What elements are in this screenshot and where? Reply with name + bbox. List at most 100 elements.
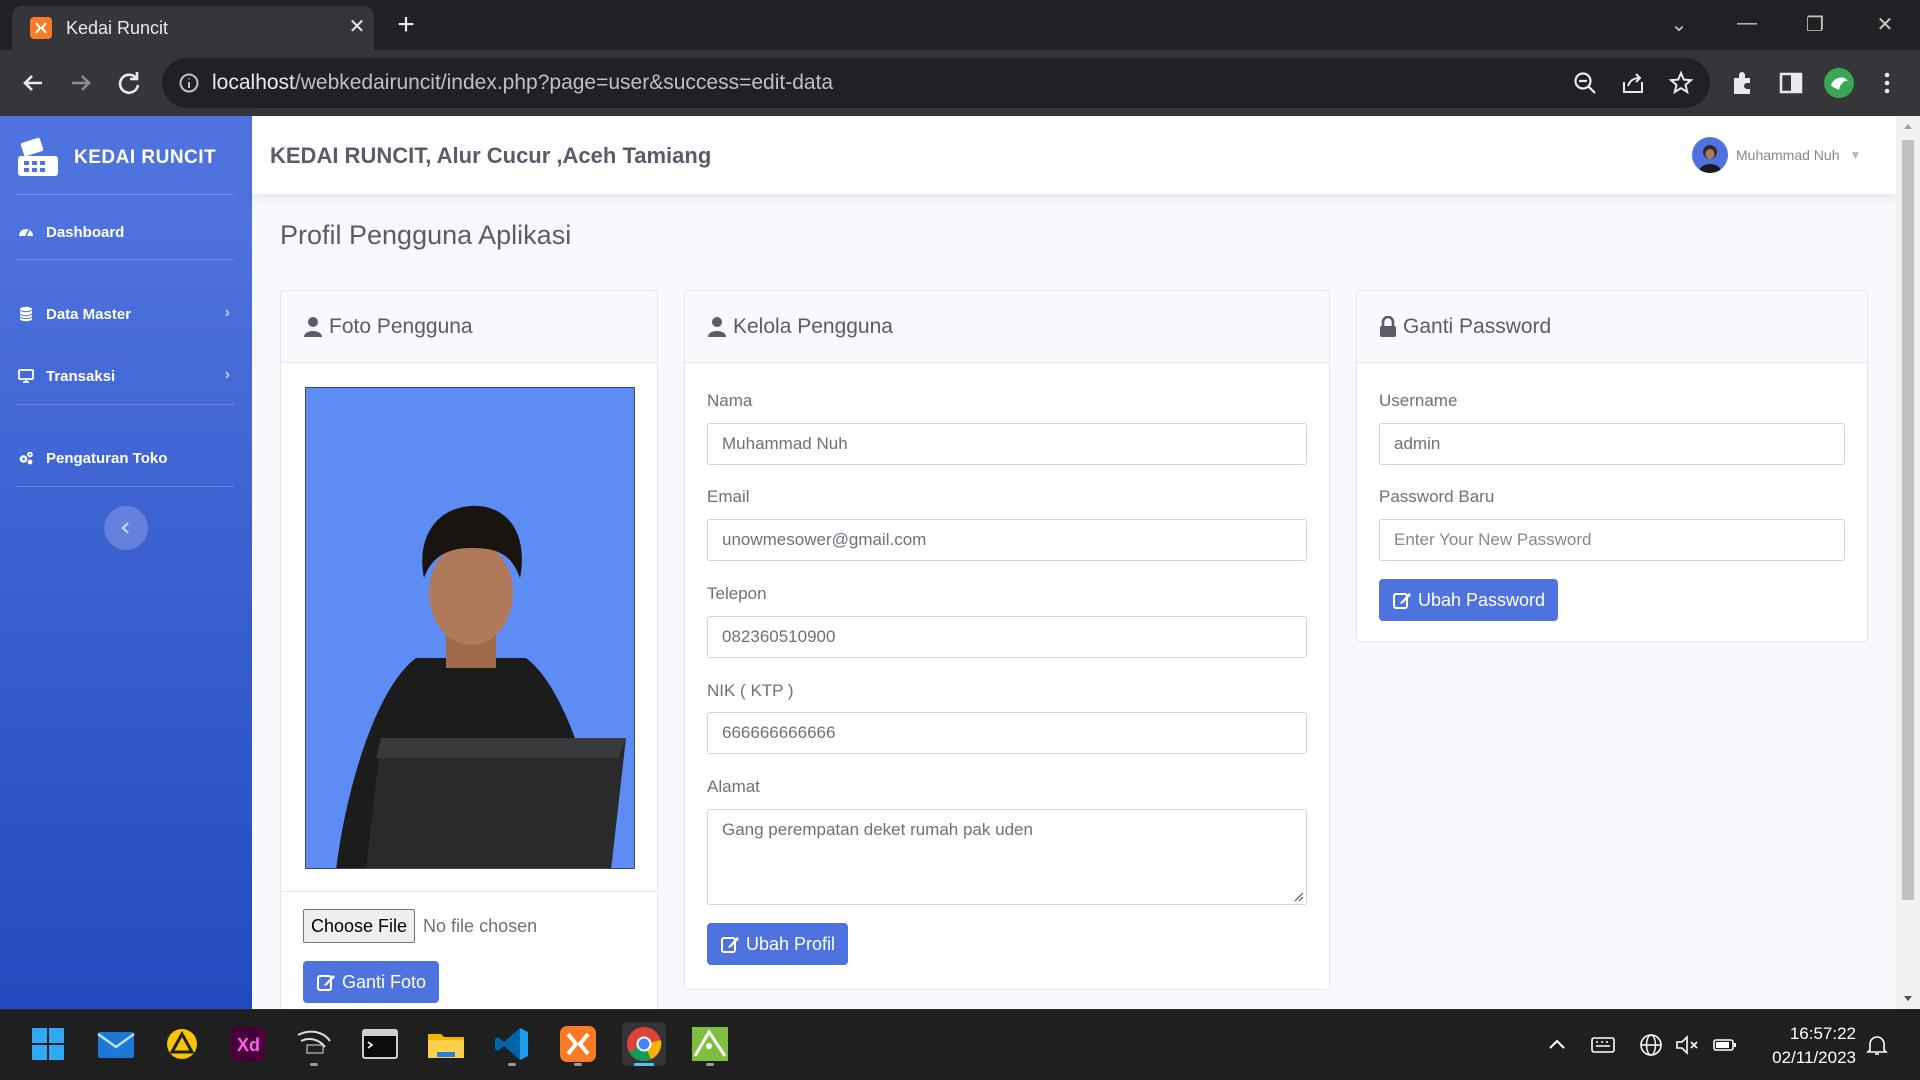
sidebar-item-label: Transaksi [46,367,116,385]
browser-tab[interactable]: Kedai Runcit ✕ [12,6,374,50]
telepon-field[interactable]: 082360510900 [707,616,1307,658]
terminal-icon[interactable] [358,1022,402,1066]
notification-bell-icon[interactable] [1864,1032,1890,1058]
tab-close-icon[interactable]: ✕ [344,14,370,40]
battery-icon[interactable] [1712,1032,1738,1058]
mail-app-icon[interactable] [94,1022,138,1066]
lock-icon [1380,316,1396,337]
card-divider [281,891,657,892]
side-panel-icon[interactable] [1774,66,1808,100]
inkscape-icon[interactable] [688,1022,732,1066]
page-scrollbar[interactable] [1896,116,1920,1009]
browser-menu-icon[interactable] [1870,66,1904,100]
profile-avatar-icon[interactable] [1822,66,1856,100]
sidebar-item-pengaturan-toko[interactable]: Pengaturan Toko [18,446,234,470]
change-password-button[interactable]: Ubah Password [1379,579,1559,621]
update-profile-button[interactable]: Ubah Profil [707,923,849,965]
sidebar-item-transaksi[interactable]: Transaksi › [18,364,234,388]
new-tab-icon[interactable]: + [390,10,422,40]
file-explorer-icon[interactable] [424,1022,468,1066]
url-host: localhost [212,71,295,94]
bookmark-star-icon[interactable] [1668,70,1694,96]
chevron-up-icon[interactable] [1544,1032,1570,1058]
user-name: Muhammad Nuh [1736,147,1840,163]
windows-start-icon[interactable] [26,1022,70,1066]
app-warning-icon[interactable] [160,1022,204,1066]
chevron-right-icon: › [224,304,230,321]
username-field[interactable]: admin [1379,423,1845,465]
email-label: Email [707,487,750,506]
edit-icon [721,937,739,953]
close-window-icon[interactable]: ✕ [1870,12,1900,37]
username-label: Username [1379,391,1458,410]
windows-taskbar: Xd 16:57:22 02/11/2023 [0,1009,1920,1080]
alamat-label: Alamat [707,777,760,796]
chevron-left-icon [121,522,129,534]
forward-icon[interactable] [64,66,98,100]
sidebar-item-dashboard[interactable]: Dashboard [18,220,234,244]
nik-field[interactable]: 666666666666 [707,712,1307,754]
keyboard-icon[interactable] [1590,1032,1616,1058]
profile-card: Kelola Pengguna Nama Muhammad Nuh Email … [684,290,1330,990]
sidebar-item-data-master[interactable]: Data Master › [18,302,234,326]
file-input[interactable]: Choose File No file chosen [303,909,537,943]
running-indicator [508,1063,516,1066]
card-title: Ganti Password [1379,315,1551,339]
browser-tab-bar: Kedai Runcit ✕ + ⌄ — ❐ ✕ [0,0,1920,50]
system-clock[interactable]: 16:57:22 02/11/2023 [1752,1022,1856,1070]
sidebar-brand[interactable]: KEDAI RUNCIT [16,136,216,180]
sidebar-toggle-button[interactable] [104,506,148,550]
tab-search-icon[interactable]: ⌄ [1664,12,1694,37]
svg-text:Xd: Xd [237,1035,260,1055]
adobe-xd-icon[interactable]: Xd [226,1022,270,1066]
clock-date: 02/11/2023 [1772,1048,1856,1067]
scroll-down-icon[interactable] [1903,995,1913,1003]
chrome-icon[interactable] [622,1022,666,1066]
button-label: Ubah Password [1418,589,1546,610]
xampp-favicon-icon [30,17,52,39]
address-bar[interactable]: localhost/webkedairuncit/index.php?page=… [162,58,1710,108]
sidebar-divider [16,259,234,260]
back-icon[interactable] [16,66,50,100]
nama-field[interactable]: Muhammad Nuh [707,423,1307,465]
scroll-up-icon[interactable] [1903,122,1913,130]
sidebar-divider [16,194,234,195]
clock-time: 16:57:22 [1789,1024,1856,1043]
email-field[interactable]: unowmesower@gmail.com [707,519,1307,561]
browser-toolbar: localhost/webkedairuncit/index.php?page=… [0,50,1920,116]
card-header: Kelola Pengguna [685,291,1329,363]
resize-handle-icon[interactable] [1292,890,1304,902]
globe-icon[interactable] [1638,1032,1664,1058]
reload-icon[interactable] [112,66,146,100]
change-photo-button[interactable]: Ganti Foto [303,961,440,1003]
telepon-label: Telepon [707,584,767,603]
avatar [1692,137,1728,173]
choose-file-button[interactable]: Choose File [303,909,416,943]
card-title: Foto Pengguna [303,315,473,339]
user-dropdown[interactable]: Muhammad Nuh ▼ [1692,136,1861,174]
sidebar-item-label: Data Master [46,305,132,323]
edit-icon [317,975,335,991]
vscode-icon[interactable] [490,1022,534,1066]
new-password-label: Password Baru [1379,487,1495,506]
speaker-muted-icon[interactable] [1674,1032,1700,1058]
card-header: Foto Pengguna [281,291,657,363]
restore-icon[interactable]: ❐ [1800,12,1830,37]
cogs-icon [19,451,33,465]
user-icon [304,317,322,337]
xampp-icon[interactable] [556,1022,600,1066]
card-title-text: Ganti Password [1403,315,1552,338]
new-password-field[interactable]: Enter Your New Password [1379,519,1845,561]
site-info-icon[interactable] [178,72,200,94]
kali-linux-icon[interactable] [292,1022,336,1066]
url-text: localhost/webkedairuncit/index.php?page=… [212,71,833,95]
share-icon[interactable] [1620,70,1646,96]
zoom-out-icon[interactable] [1572,70,1598,96]
minimize-icon[interactable]: — [1732,12,1762,35]
tab-title: Kedai Runcit [66,18,169,38]
card-header: Ganti Password [1357,291,1867,363]
running-indicator [574,1063,582,1066]
scroll-thumb[interactable] [1902,140,1914,900]
alamat-field[interactable]: Gang perempatan deket rumah pak uden [707,809,1307,905]
extensions-icon[interactable] [1726,66,1760,100]
